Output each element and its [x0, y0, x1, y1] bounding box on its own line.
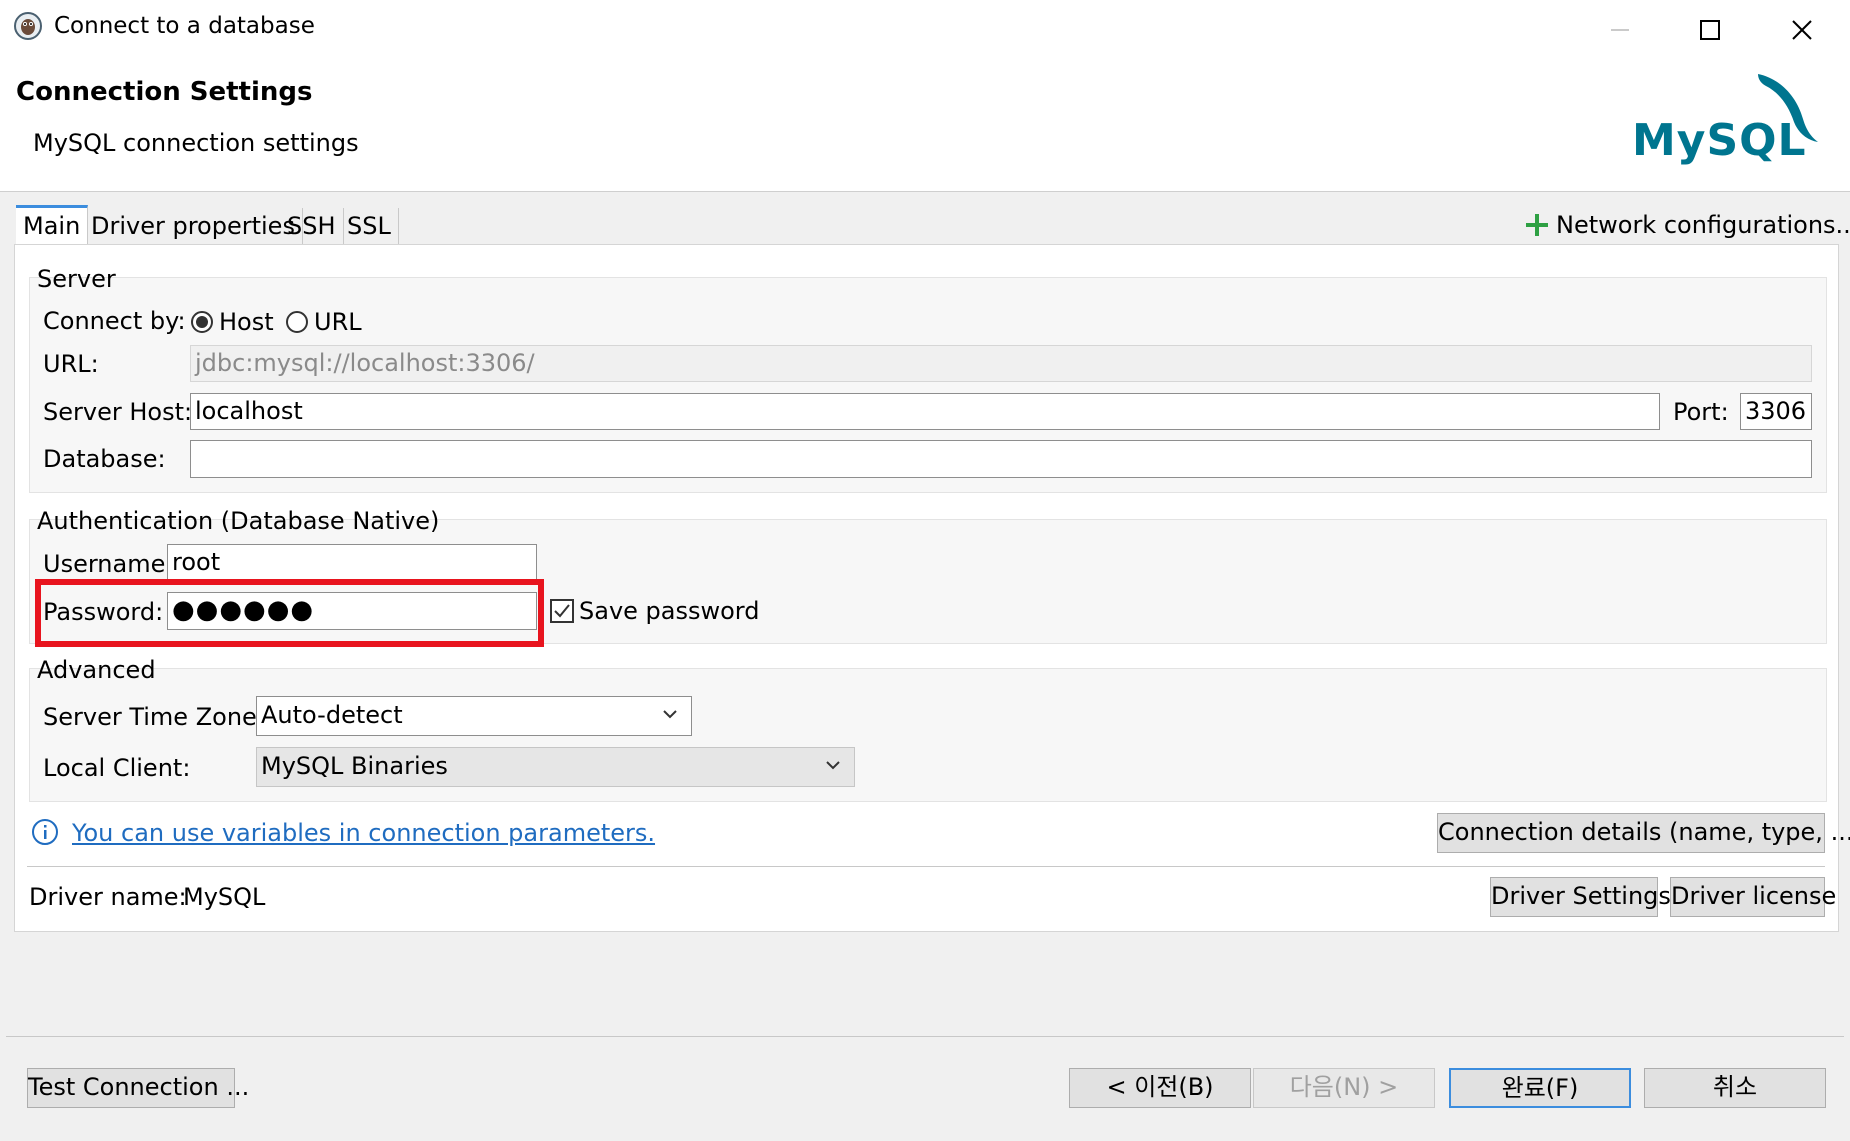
server-time-zone-select[interactable]: Auto-detect [256, 696, 692, 736]
local-client-value: MySQL Binaries [261, 752, 448, 780]
tab-ssh[interactable]: SSH [280, 208, 344, 244]
dbeaver-app-icon [14, 12, 42, 40]
driver-license-button[interactable]: Driver license [1670, 877, 1836, 917]
main-tab-panel: Server Connect by: Host URL URL: jdbc:my… [14, 244, 1850, 932]
url-field: jdbc:mysql://localhost:3306/ [190, 345, 1812, 382]
server-time-zone-label: Server Time Zone: [43, 703, 265, 731]
window-title: Connect to a database [54, 13, 315, 39]
advanced-group-label: Advanced [37, 656, 156, 684]
tab-driver-properties[interactable]: Driver properties [84, 208, 303, 244]
separator [27, 866, 1825, 867]
connect-by-host-radio[interactable]: Host [191, 307, 274, 337]
password-highlight-box [35, 579, 544, 647]
driver-settings-button[interactable]: Driver Settings [1490, 877, 1671, 917]
server-time-zone-value: Auto-detect [261, 701, 403, 729]
network-configurations-label: Network configurations... [1556, 211, 1850, 239]
cancel-button[interactable]: 취소 [1644, 1068, 1826, 1108]
title-bar: Connect to a database [0, 0, 1850, 60]
port-field[interactable]: 3306 [1740, 393, 1812, 430]
footer-separator [6, 1036, 1844, 1037]
chevron-down-icon [826, 761, 840, 770]
checkbox-checked-icon [550, 599, 574, 623]
network-configurations-button[interactable]: Network configurations... [1524, 210, 1850, 240]
driver-name-label: Driver name: [29, 883, 187, 911]
variables-help-link[interactable]: You can use variables in connection para… [72, 818, 655, 848]
url-label: URL: [43, 350, 99, 378]
close-icon[interactable] [1772, 0, 1832, 60]
radio-unselected-icon [286, 311, 308, 333]
local-client-label: Local Client: [43, 754, 191, 782]
connect-by-url-radio[interactable]: URL [286, 307, 362, 337]
mysql-logo-text: MySQL [1632, 115, 1807, 166]
info-icon [31, 818, 59, 850]
plus-icon [1526, 214, 1548, 236]
wizard-header: Connection Settings MySQL connection set… [0, 60, 1850, 192]
username-label: Username: [43, 550, 174, 578]
save-password-label: Save password [579, 597, 760, 625]
connect-dialog: Connect to a database Connection Setting… [0, 0, 1850, 1141]
tab-main[interactable]: Main [16, 205, 89, 248]
chevron-down-icon [663, 710, 677, 719]
local-client-select[interactable]: MySQL Binaries [256, 747, 855, 787]
minimize-icon[interactable] [1590, 0, 1650, 60]
connect-by-label: Connect by: [43, 307, 186, 335]
maximize-icon[interactable] [1680, 0, 1740, 60]
next-button[interactable]: 다음(N) > [1253, 1068, 1435, 1108]
save-password-checkbox[interactable]: Save password [550, 596, 759, 626]
connection-details-button[interactable]: Connection details (name, type, ... ) [1437, 813, 1850, 853]
radio-selected-icon [191, 311, 213, 333]
mysql-logo: MySQL [1628, 64, 1833, 174]
server-group-label: Server [37, 265, 116, 293]
authentication-group-label: Authentication (Database Native) [37, 507, 440, 535]
port-label: Port: [1673, 398, 1729, 426]
url-radio-label: URL [314, 308, 362, 336]
test-connection-button[interactable]: Test Connection ... [27, 1068, 249, 1108]
host-radio-label: Host [219, 308, 274, 336]
page-title: Connection Settings [16, 77, 313, 107]
database-label: Database: [43, 445, 166, 473]
finish-button[interactable]: 완료(F) [1449, 1068, 1631, 1108]
driver-name-value: MySQL [183, 883, 266, 911]
username-field[interactable]: root [167, 544, 537, 582]
server-host-label: Server Host: [43, 398, 193, 426]
tab-ssl[interactable]: SSL [340, 208, 399, 244]
server-host-field[interactable]: localhost [190, 393, 1660, 430]
back-button[interactable]: < 이전(B) [1069, 1068, 1251, 1108]
page-subtitle: MySQL connection settings [33, 129, 359, 157]
database-field[interactable] [190, 440, 1812, 478]
